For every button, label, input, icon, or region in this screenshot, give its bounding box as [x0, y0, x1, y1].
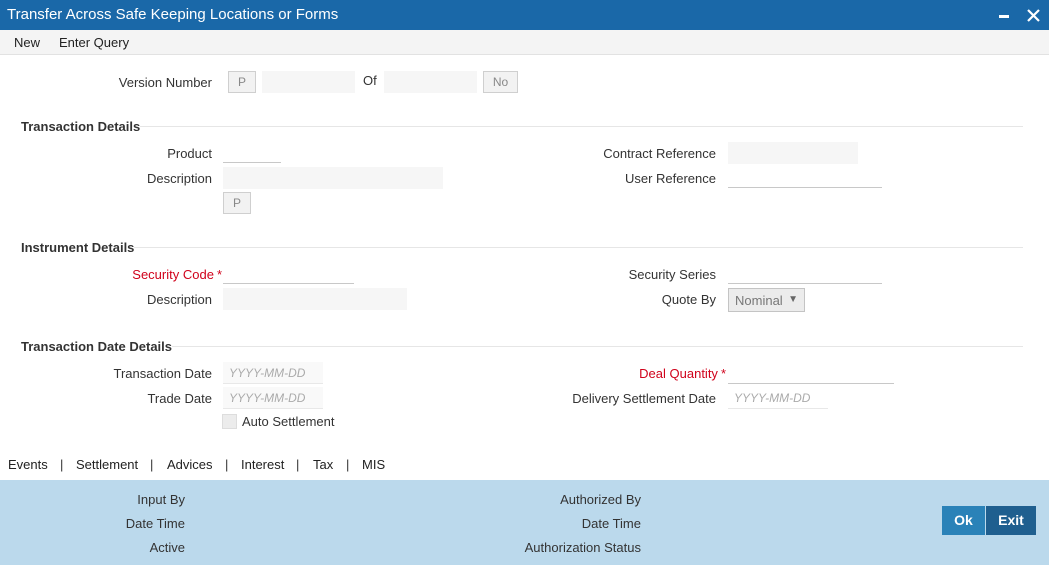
transaction-date-label: Transaction Date: [113, 366, 212, 381]
tab-tax[interactable]: Tax: [313, 457, 333, 472]
product-description-field[interactable]: [223, 167, 443, 189]
security-series-label: Security Series: [628, 267, 716, 282]
tab-separator: |: [60, 457, 64, 472]
deal-quantity-label: Deal Quantity *: [540, 366, 726, 381]
authorization-status-label: Authorization Status: [524, 540, 641, 555]
enter-query-button[interactable]: Enter Query: [59, 35, 129, 50]
tab-settlement[interactable]: Settlement: [76, 457, 138, 472]
transaction-date-input[interactable]: [223, 362, 323, 384]
active-label: Active: [149, 540, 185, 555]
auto-settlement-checkbox[interactable]: [222, 414, 237, 429]
security-description-label: Description: [146, 292, 212, 307]
version-prev-button[interactable]: P: [228, 71, 256, 93]
security-description-field[interactable]: [223, 288, 407, 310]
user-reference-input[interactable]: [728, 166, 882, 188]
contract-reference-label: Contract Reference: [603, 146, 716, 161]
transaction-date-details-header: Transaction Date Details: [21, 339, 172, 354]
required-marker: *: [216, 267, 222, 282]
version-total-field[interactable]: [384, 71, 477, 93]
section-divider: [134, 247, 1023, 248]
deal-quantity-input[interactable]: [728, 362, 894, 384]
tab-events[interactable]: Events: [8, 457, 48, 472]
ok-button[interactable]: Ok: [942, 506, 985, 535]
tab-separator: |: [346, 457, 350, 472]
new-button[interactable]: New: [14, 35, 40, 50]
product-input[interactable]: [223, 141, 281, 163]
window-title: Transfer Across Safe Keeping Locations o…: [7, 6, 339, 23]
close-icon[interactable]: [1024, 4, 1044, 26]
user-reference-label: User Reference: [624, 171, 716, 186]
tab-interest[interactable]: Interest: [241, 457, 284, 472]
required-marker: *: [720, 366, 726, 381]
tab-advices[interactable]: Advices: [167, 457, 213, 472]
tab-separator: |: [225, 457, 229, 472]
auth-date-time-label: Date Time: [581, 516, 641, 531]
product-description-label: Description: [146, 171, 212, 186]
trade-date-input[interactable]: [223, 387, 323, 409]
delivery-settlement-date-label: Delivery Settlement Date: [572, 391, 716, 406]
section-divider: [172, 346, 1023, 347]
deal-quantity-label-text: Deal Quantity: [639, 366, 718, 381]
security-code-label-text: Security Code: [132, 267, 214, 282]
auto-settlement-label: Auto Settlement: [242, 414, 335, 429]
version-number-label: Version Number: [118, 75, 212, 90]
quote-by-selected-value: Nominal: [735, 293, 783, 308]
product-p-button[interactable]: P: [223, 192, 251, 214]
instrument-details-header: Instrument Details: [21, 240, 135, 255]
window-titlebar: Transfer Across Safe Keeping Locations o…: [0, 0, 1049, 30]
input-by-label: Input By: [137, 492, 185, 507]
version-current-field[interactable]: [262, 71, 355, 93]
date-time-label: Date Time: [125, 516, 185, 531]
audit-footer: Input By Date Time Active Authorized By …: [0, 480, 1049, 565]
quote-by-label: Quote By: [661, 292, 716, 307]
quote-by-select[interactable]: Nominal ▼: [728, 288, 805, 312]
authorized-by-label: Authorized By: [560, 492, 641, 507]
version-of-label: Of: [363, 73, 377, 88]
tab-mis[interactable]: MIS: [362, 457, 385, 472]
version-next-button[interactable]: No: [483, 71, 518, 93]
minimize-icon[interactable]: [996, 4, 1014, 26]
product-label: Product: [167, 146, 212, 161]
security-code-input[interactable]: [223, 262, 354, 284]
section-divider: [140, 126, 1023, 127]
transaction-details-header: Transaction Details: [21, 119, 141, 134]
trade-date-label: Trade Date: [147, 391, 212, 406]
contract-reference-field[interactable]: [728, 142, 858, 164]
chevron-down-icon: ▼: [788, 294, 798, 305]
toolbar: New Enter Query: [0, 30, 1049, 55]
tab-separator: |: [150, 457, 154, 472]
security-series-input[interactable]: [728, 262, 882, 284]
tab-separator: |: [296, 457, 300, 472]
delivery-settlement-date-input[interactable]: [728, 387, 828, 409]
tabs-bar: Events | Settlement | Advices | Interest…: [0, 452, 1049, 479]
security-code-label: Security Code *: [60, 267, 222, 282]
exit-button[interactable]: Exit: [986, 506, 1036, 535]
